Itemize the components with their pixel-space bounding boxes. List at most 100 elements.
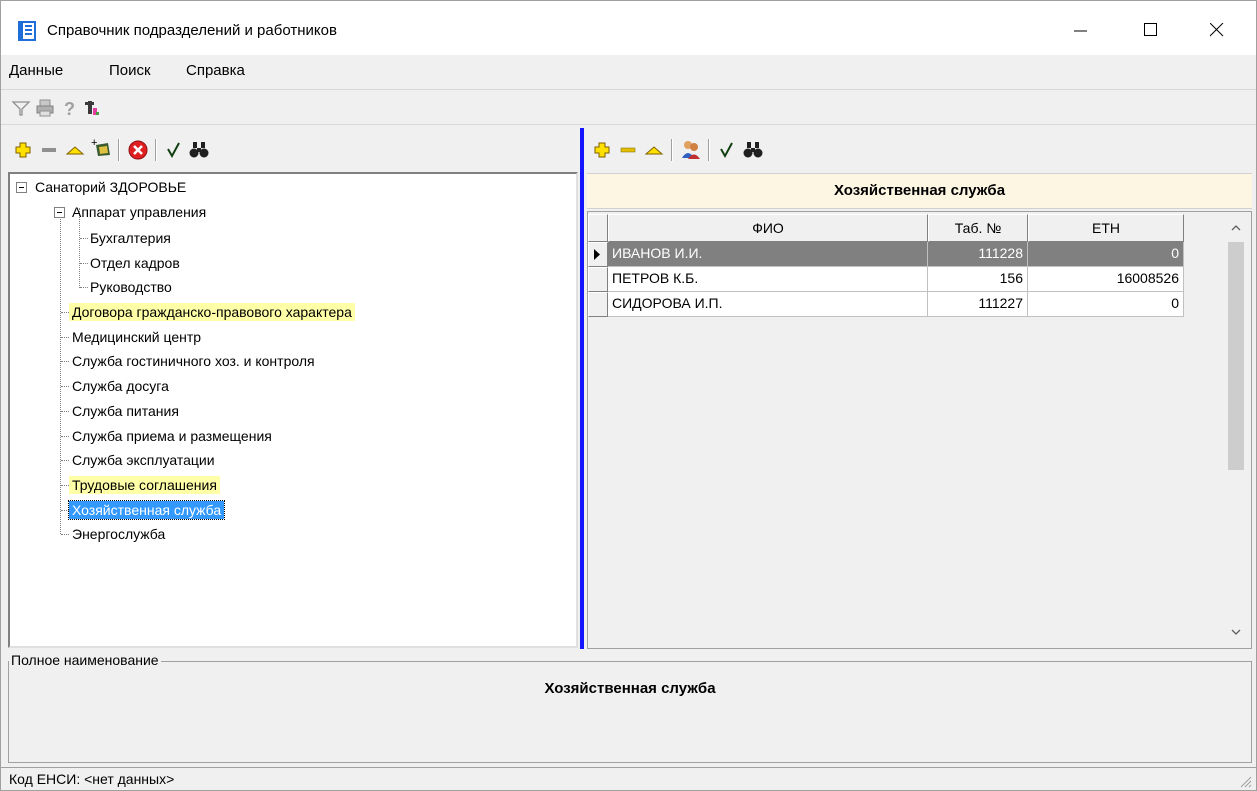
tree-root[interactable]: Санаторий ЗДОРОВЬЕ: [32, 176, 189, 198]
toolbar-separator: [118, 139, 120, 161]
tree-connector: [61, 386, 69, 387]
tree-item[interactable]: Аппарат управления: [69, 201, 209, 223]
tree-item-label: Медицинский центр: [72, 329, 202, 345]
cell-etn: 0: [1028, 242, 1184, 267]
tree-item[interactable]: Трудовые соглашения: [69, 474, 220, 496]
main-toolbar: ?: [1, 89, 1256, 125]
close-button[interactable]: [1194, 15, 1240, 45]
tree-item-label: Служба досуга: [72, 378, 169, 394]
tree-connector: [61, 436, 69, 437]
tree-connector: [61, 312, 69, 313]
tree-item-label: Служба питания: [72, 403, 179, 419]
add-icon[interactable]: [591, 139, 613, 161]
window-title: Справочник подразделений и работников: [47, 22, 337, 39]
tree-item[interactable]: Служба гостиничного хоз. и контроля: [69, 350, 318, 372]
scroll-down-icon[interactable]: [1231, 628, 1241, 636]
tree-item-label: Договора гражданско-правового характера: [69, 303, 355, 321]
tree-item[interactable]: Договора гражданско-правового характера: [69, 301, 355, 323]
department-tree[interactable]: Санаторий ЗДОРОВЬЕ Аппарат управления Бу…: [8, 172, 578, 648]
maximize-icon: [1144, 23, 1157, 36]
tree-connector: [61, 361, 69, 362]
cell-fio: СИДОРОВА И.П.: [608, 292, 928, 317]
person-icon[interactable]: [82, 97, 104, 119]
employee-toolbar: [587, 131, 1252, 169]
svg-text:?: ?: [64, 99, 75, 119]
tree-root-label: Санаторий ЗДОРОВЬЕ: [35, 179, 187, 195]
tree-toolbar: +: [8, 131, 578, 169]
scroll-up-icon[interactable]: [1231, 224, 1241, 232]
app-icon: [18, 21, 36, 41]
scrollbar-thumb[interactable]: [1228, 242, 1244, 470]
toolbar-separator: [708, 139, 710, 161]
column-header-fio[interactable]: ФИО: [608, 214, 928, 242]
row-indicator[interactable]: [588, 292, 608, 317]
tree-connector: [61, 460, 69, 461]
collapse-node-toggle[interactable]: [54, 207, 65, 218]
tree-item[interactable]: Служба приема и размещения: [69, 425, 275, 447]
tree-item-label: Отдел кадров: [90, 255, 180, 271]
tree-item[interactable]: Энергослужба: [69, 523, 168, 545]
print-icon[interactable]: [34, 97, 56, 119]
maximize-button[interactable]: [1128, 15, 1174, 45]
tree-item-label: Служба эксплуатации: [72, 452, 215, 468]
tree-item[interactable]: Бухгалтерия: [87, 227, 174, 249]
collapse-root-toggle[interactable]: [16, 182, 27, 193]
tree-item[interactable]: Отдел кадров: [87, 252, 183, 274]
cell-tab: 111228: [928, 242, 1028, 267]
grid-corner: [588, 214, 608, 242]
people-icon[interactable]: [680, 138, 702, 160]
minimize-icon: [1074, 30, 1087, 32]
menu-bar: Данные Поиск Справка: [1, 58, 1256, 86]
tree-item-label: Хозяйственная служба: [67, 500, 226, 520]
cell-tab: 156: [928, 267, 1028, 292]
status-text: Код ЕНСИ: <нет данных>: [9, 771, 175, 787]
cell-etn: 16008526: [1028, 267, 1184, 292]
tree-item-label: Трудовые соглашения: [69, 476, 220, 494]
cell-etn: 0: [1028, 292, 1184, 317]
tree-item[interactable]: Служба эксплуатации: [69, 449, 218, 471]
remove-icon[interactable]: [38, 139, 60, 161]
tree-item-label: Служба приема и размещения: [72, 428, 272, 444]
tree-item-label: Аппарат управления: [72, 204, 207, 220]
check-icon[interactable]: [163, 139, 185, 161]
binoculars-icon[interactable]: [742, 139, 764, 161]
menu-search[interactable]: Поиск: [109, 62, 151, 79]
tree-connector: [61, 510, 69, 511]
delete-icon[interactable]: [127, 139, 149, 161]
tree-item[interactable]: Служба питания: [69, 400, 182, 422]
cell-fio: ИВАНОВ И.И.: [608, 242, 928, 267]
column-header-etn[interactable]: ЕТН: [1028, 214, 1184, 242]
menu-help[interactable]: Справка: [186, 62, 245, 79]
employee-grid[interactable]: ФИО Таб. № ЕТН ИВАНОВ И.И. 111228 0 ПЕТР…: [587, 211, 1252, 649]
check-icon[interactable]: [716, 139, 738, 161]
status-bar: Код ЕНСИ: <нет данных>: [1, 767, 1256, 791]
cell-fio: ПЕТРОВ К.Б.: [608, 267, 928, 292]
binoculars-icon[interactable]: [188, 139, 210, 161]
row-indicator[interactable]: [588, 267, 608, 292]
menu-data[interactable]: Данные: [9, 62, 63, 79]
resize-grip-icon[interactable]: [1238, 774, 1252, 788]
tree-item[interactable]: Руководство: [87, 276, 175, 298]
tree-item[interactable]: Служба досуга: [69, 375, 172, 397]
add-icon[interactable]: [12, 139, 34, 161]
full-name-label: Полное наименование: [9, 652, 161, 668]
tree-item-label: Энергослужба: [72, 526, 166, 542]
row-indicator[interactable]: [588, 242, 608, 267]
tree-item[interactable]: Медицинский центр: [69, 326, 204, 348]
full-name-value: Хозяйственная служба: [544, 680, 716, 697]
edit-icon[interactable]: [64, 139, 86, 161]
remove-icon[interactable]: [617, 139, 639, 161]
filter-icon[interactable]: [10, 97, 32, 119]
edit-icon[interactable]: [643, 139, 665, 161]
minimize-button[interactable]: [1058, 15, 1104, 45]
panel-splitter[interactable]: [580, 128, 584, 649]
help-icon[interactable]: ?: [58, 97, 80, 119]
cell-tab: 111227: [928, 292, 1028, 317]
tree-connector: [61, 534, 69, 535]
column-header-tab[interactable]: Таб. №: [928, 214, 1028, 242]
toolbar-separator: [671, 139, 673, 161]
add-folder-icon[interactable]: +: [90, 137, 112, 159]
vertical-scrollbar[interactable]: [1224, 214, 1248, 646]
tree-item-selected[interactable]: Хозяйственная служба: [67, 499, 226, 521]
main-window: Справочник подразделений и работников Да…: [0, 0, 1257, 791]
